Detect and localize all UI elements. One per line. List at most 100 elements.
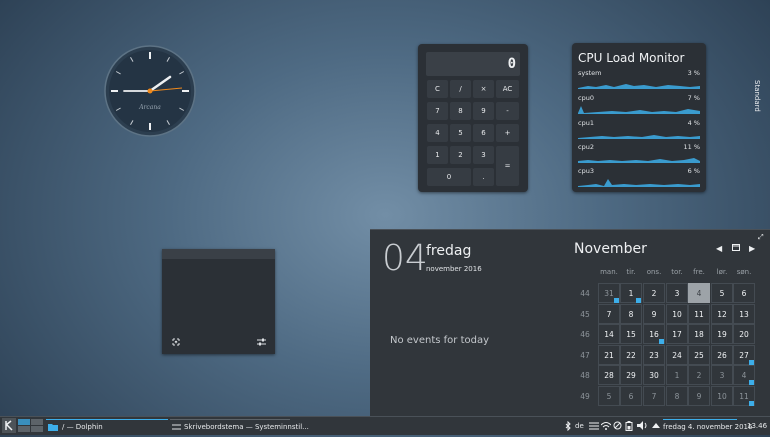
calendar-today-icon[interactable] bbox=[732, 243, 740, 253]
calendar-day[interactable]: 23 bbox=[643, 345, 665, 365]
calendar-day[interactable]: 3 bbox=[666, 283, 688, 303]
calendar-day[interactable]: 13 bbox=[733, 304, 755, 324]
calendar-day[interactable]: 6 bbox=[620, 386, 642, 406]
calendar-day[interactable]: 9 bbox=[643, 304, 665, 324]
calculator-widget: 0 C / × AC 7 8 9 - 4 5 6 + 1 2 3 = 0 . bbox=[418, 44, 528, 192]
application-launcher-icon[interactable] bbox=[2, 418, 16, 433]
digital-clock-time[interactable]: 13.46 bbox=[747, 419, 767, 433]
week-number: 46 bbox=[580, 329, 590, 339]
weekday-header: man. bbox=[600, 268, 618, 276]
calendar-day[interactable]: 2 bbox=[688, 365, 710, 385]
calc-key-equals[interactable]: = bbox=[496, 146, 519, 186]
calc-key-5[interactable]: 5 bbox=[450, 124, 471, 142]
chevron-left-icon[interactable]: ◀ bbox=[716, 244, 722, 253]
virtual-desktop-4[interactable] bbox=[31, 426, 43, 432]
pin-icon[interactable]: ⤢ bbox=[758, 233, 764, 242]
desktop-toolbox-tab[interactable]: Standard bbox=[751, 80, 761, 130]
calendar-day[interactable]: 19 bbox=[711, 324, 733, 344]
expand-tray-icon[interactable] bbox=[652, 422, 660, 429]
cpu-row: cpu2 11 % bbox=[578, 143, 700, 165]
cpu-load-monitor: CPU Load Monitor system 3 % cpu0 7 % cpu… bbox=[572, 43, 706, 192]
resize-icon[interactable] bbox=[172, 338, 180, 346]
calc-key-4[interactable]: 4 bbox=[427, 124, 448, 142]
calendar-day[interactable]: 10 bbox=[711, 386, 733, 406]
analog-clock[interactable]: Arcana bbox=[104, 45, 196, 137]
calendar-day[interactable]: 24 bbox=[666, 345, 688, 365]
week-number: 49 bbox=[580, 391, 590, 401]
calendar-day[interactable]: 10 bbox=[666, 304, 688, 324]
calc-key-3[interactable]: 3 bbox=[473, 146, 494, 164]
calendar-day[interactable]: 12 bbox=[711, 304, 733, 324]
calc-key-1[interactable]: 1 bbox=[427, 146, 448, 164]
calendar-day[interactable]: 8 bbox=[666, 386, 688, 406]
volume-icon[interactable] bbox=[637, 421, 647, 430]
calendar-day[interactable]: 17 bbox=[666, 324, 688, 344]
calendar-day[interactable]: 3 bbox=[711, 365, 733, 385]
calendar-day[interactable]: 1 bbox=[666, 365, 688, 385]
calc-key-7[interactable]: 7 bbox=[427, 102, 448, 120]
notifications-icon[interactable] bbox=[613, 421, 622, 430]
calc-key-clear[interactable]: C bbox=[427, 80, 448, 98]
calendar-day[interactable]: 22 bbox=[620, 345, 642, 365]
calc-key-all-clear[interactable]: AC bbox=[496, 80, 519, 98]
event-marker bbox=[659, 339, 664, 344]
calendar-day[interactable]: 6 bbox=[733, 283, 755, 303]
calendar-day[interactable]: 9 bbox=[688, 386, 710, 406]
calendar-day[interactable]: 7 bbox=[598, 304, 620, 324]
calendar-day[interactable]: 30 bbox=[643, 365, 665, 385]
calc-key-6[interactable]: 6 bbox=[473, 124, 494, 142]
task-dolphin[interactable]: / — Dolphin bbox=[46, 419, 168, 434]
battery-icon[interactable] bbox=[625, 421, 633, 431]
clock-brand: Arcana bbox=[138, 104, 161, 111]
cpu-row: system 3 % bbox=[578, 69, 700, 91]
settings-icon bbox=[172, 424, 181, 430]
cpu-row: cpu3 6 % bbox=[578, 167, 700, 189]
week-column-header bbox=[574, 262, 596, 282]
calendar-day[interactable]: 29 bbox=[620, 365, 642, 385]
calendar-day[interactable]: 7 bbox=[643, 386, 665, 406]
calendar-day[interactable]: 5 bbox=[598, 386, 620, 406]
settings-sliders-icon[interactable] bbox=[257, 338, 266, 346]
virtual-desktop-2[interactable] bbox=[31, 419, 43, 425]
keyboard-layout-indicator[interactable]: de bbox=[575, 419, 584, 433]
cpu-monitor-title: CPU Load Monitor bbox=[578, 51, 685, 65]
event-marker bbox=[636, 298, 641, 303]
clipboard-icon[interactable] bbox=[589, 422, 599, 430]
virtual-desktop-3[interactable] bbox=[18, 426, 30, 432]
calc-key-0[interactable]: 0 bbox=[427, 168, 471, 186]
bluetooth-icon[interactable] bbox=[565, 421, 571, 431]
calendar-day[interactable]: 11 bbox=[688, 304, 710, 324]
calendar-day[interactable]: 26 bbox=[711, 345, 733, 365]
calendar-day[interactable]: 8 bbox=[620, 304, 642, 324]
cpu-row: cpu1 4 % bbox=[578, 119, 700, 141]
calendar-day[interactable]: 28 bbox=[598, 365, 620, 385]
calendar-day[interactable]: 15 bbox=[620, 324, 642, 344]
calc-key-2[interactable]: 2 bbox=[450, 146, 471, 164]
calc-key-9[interactable]: 9 bbox=[473, 102, 494, 120]
weekday-header: tor. bbox=[671, 268, 683, 276]
calc-key-minus[interactable]: - bbox=[496, 102, 519, 120]
calc-key-plus[interactable]: + bbox=[496, 124, 519, 142]
folder-view-widget bbox=[162, 249, 275, 354]
month-title[interactable]: November bbox=[574, 241, 647, 257]
calc-key-8[interactable]: 8 bbox=[450, 102, 471, 120]
digital-clock-date[interactable]: fredag 4. november 2016 bbox=[663, 419, 752, 434]
calendar-day[interactable]: 5 bbox=[711, 283, 733, 303]
week-number: 47 bbox=[580, 350, 590, 360]
calendar-day[interactable]: 25 bbox=[688, 345, 710, 365]
cpu-row: cpu0 7 % bbox=[578, 94, 700, 116]
calc-key-multiply[interactable]: × bbox=[473, 80, 494, 98]
calc-key-decimal[interactable]: . bbox=[473, 168, 494, 186]
chevron-right-icon[interactable]: ▶ bbox=[749, 244, 755, 253]
calendar-day-today[interactable]: 4 bbox=[688, 283, 710, 303]
task-system-settings[interactable]: Skrivebordstema — Systeminnstil... bbox=[170, 419, 309, 434]
calendar-day[interactable]: 20 bbox=[733, 324, 755, 344]
calendar-day[interactable]: 18 bbox=[688, 324, 710, 344]
calendar-day[interactable]: 21 bbox=[598, 345, 620, 365]
calendar-day[interactable]: 14 bbox=[598, 324, 620, 344]
network-wifi-icon[interactable] bbox=[601, 421, 611, 430]
virtual-desktop-1[interactable] bbox=[18, 419, 30, 425]
calendar-day[interactable]: 2 bbox=[643, 283, 665, 303]
calc-key-divide[interactable]: / bbox=[450, 80, 471, 98]
selected-day-number: 04 bbox=[382, 238, 428, 279]
